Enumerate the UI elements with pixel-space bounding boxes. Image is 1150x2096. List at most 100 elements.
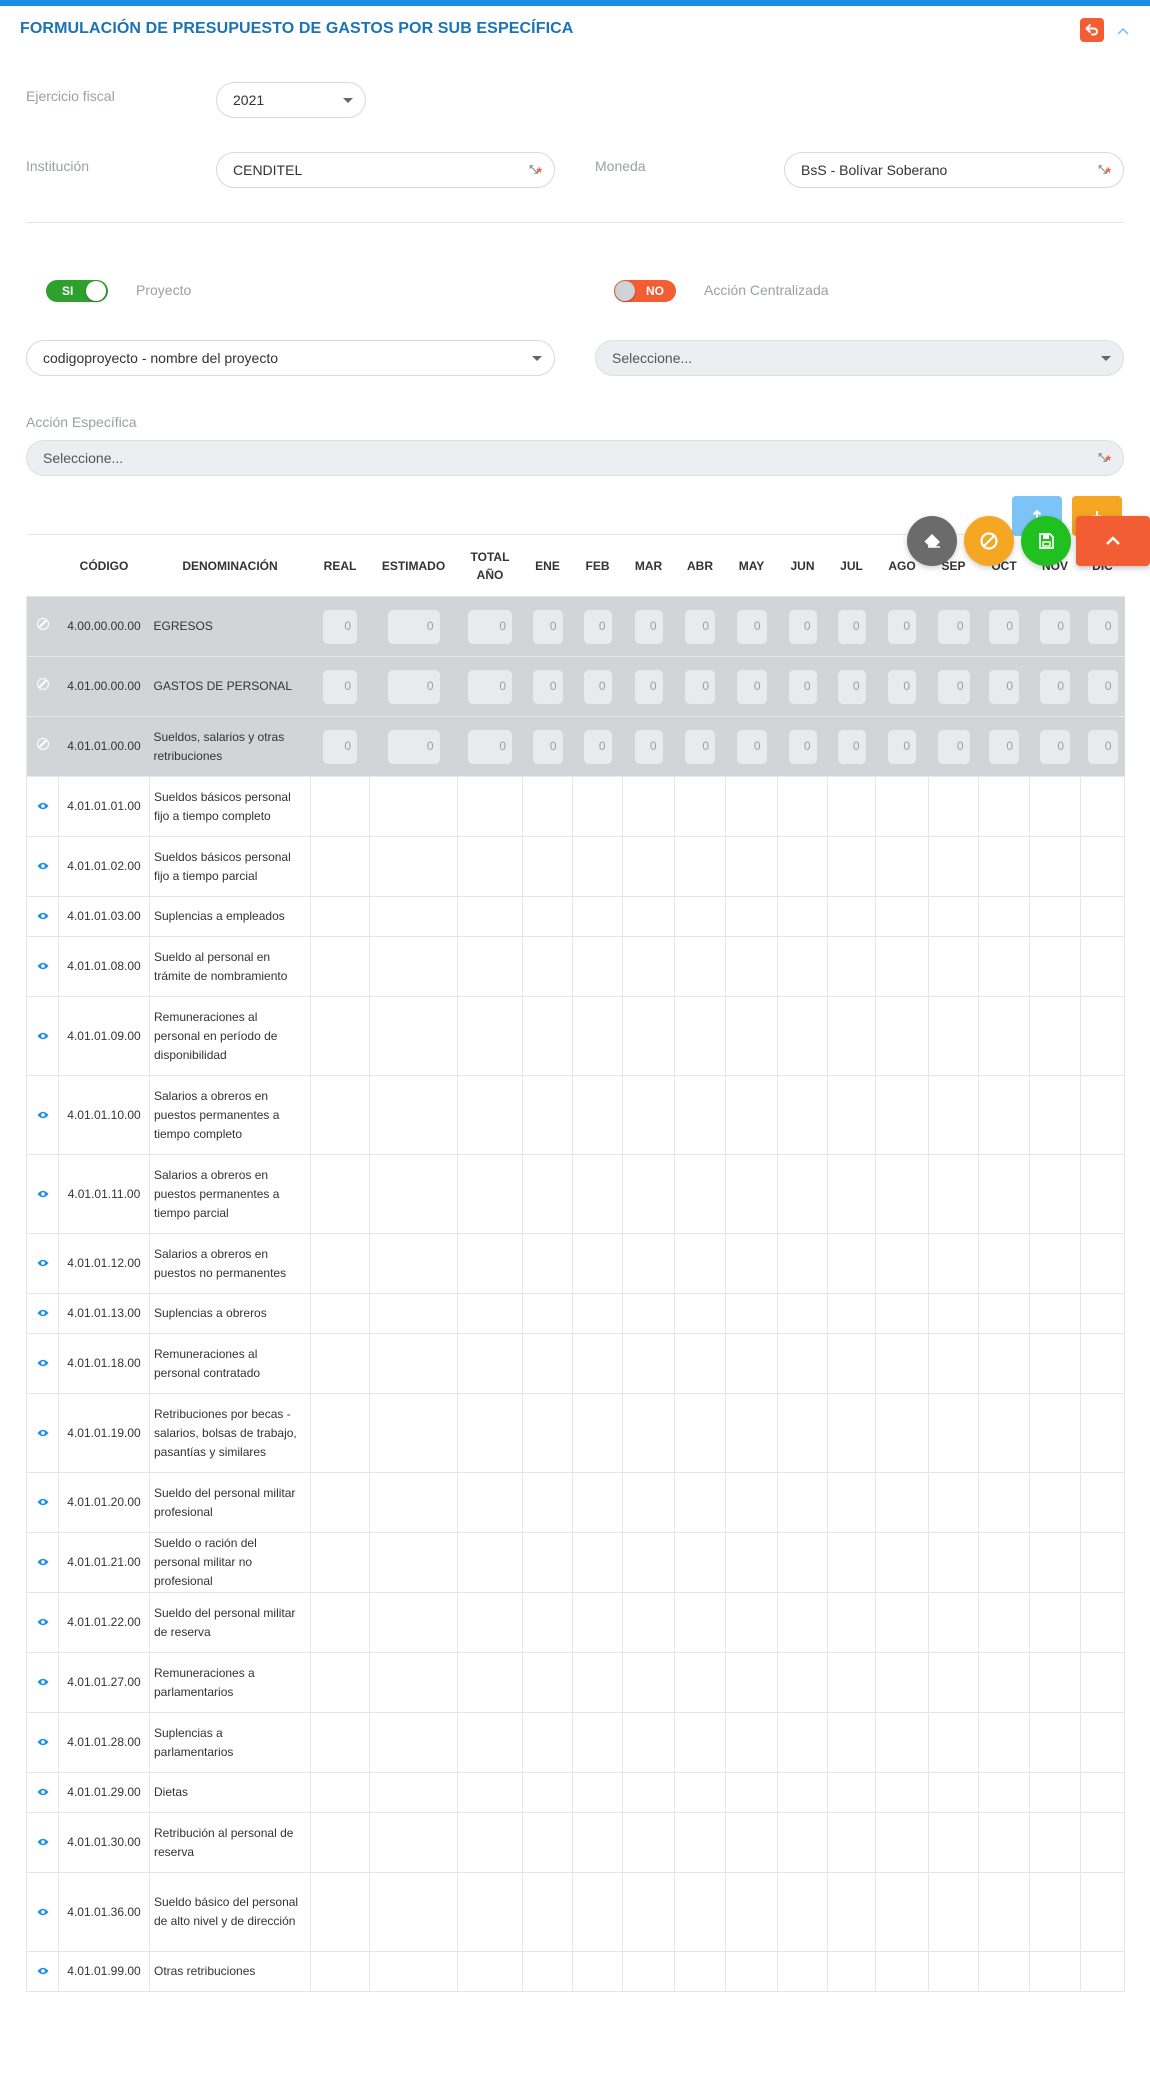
eye-icon[interactable] [37, 1908, 49, 1916]
eye-icon[interactable] [37, 1678, 49, 1686]
save-button[interactable] [1021, 516, 1071, 566]
eye-icon[interactable] [37, 1618, 49, 1626]
amount-input[interactable]: 0 [736, 609, 767, 644]
amount-input[interactable]: 0 [323, 669, 357, 704]
row-view-cell[interactable] [26, 1532, 59, 1593]
row-view-cell[interactable] [26, 896, 59, 937]
back-button[interactable] [1080, 18, 1104, 42]
amount-input[interactable]: 0 [532, 609, 563, 644]
eye-icon[interactable] [37, 1359, 49, 1367]
eye-icon[interactable] [37, 1032, 49, 1040]
eye-icon[interactable] [37, 1309, 49, 1317]
central-action-toggle[interactable]: NO [614, 280, 676, 302]
amount-input[interactable]: 0 [788, 729, 817, 764]
amount-input[interactable]: 0 [888, 669, 916, 704]
eye-icon[interactable] [37, 1111, 49, 1119]
amount-input[interactable]: 0 [1087, 729, 1118, 764]
row-view-cell[interactable] [26, 1233, 59, 1294]
project-select[interactable]: codigoproyecto - nombre del proyecto [26, 340, 555, 376]
row-view-cell[interactable] [26, 1393, 59, 1473]
eye-icon[interactable] [37, 1838, 49, 1846]
project-toggle[interactable]: SI [46, 280, 108, 302]
eye-icon[interactable] [37, 1967, 49, 1975]
specific-action-select[interactable]: Seleccione... * [26, 440, 1124, 476]
amount-input[interactable]: 0 [532, 729, 563, 764]
amount-input[interactable]: 0 [685, 729, 715, 764]
row-view-cell[interactable] [26, 1951, 59, 1992]
amount-input[interactable]: 0 [888, 609, 916, 644]
scroll-top-button[interactable] [1076, 516, 1150, 566]
amount-input[interactable]: 0 [1040, 669, 1070, 704]
amount-input[interactable]: 0 [468, 669, 512, 704]
amount-input[interactable]: 0 [634, 669, 663, 704]
amount-input[interactable]: 0 [468, 609, 512, 644]
eye-icon[interactable] [37, 1259, 49, 1267]
amount-input[interactable]: 0 [323, 609, 357, 644]
amount-input[interactable]: 0 [736, 729, 767, 764]
amount-input[interactable]: 0 [837, 729, 866, 764]
amount-input[interactable]: 0 [937, 669, 970, 704]
amount-input[interactable]: 0 [837, 609, 866, 644]
amount-input[interactable]: 0 [323, 729, 357, 764]
amount-input[interactable]: 0 [736, 669, 767, 704]
cancel-button[interactable] [964, 516, 1014, 566]
row-view-cell[interactable] [26, 1154, 59, 1234]
row-view-cell[interactable] [26, 1293, 59, 1334]
amount-input[interactable]: 0 [989, 729, 1019, 764]
amount-input[interactable]: 0 [1087, 669, 1118, 704]
row-view-cell[interactable] [26, 1812, 59, 1873]
row-view-cell[interactable] [26, 1652, 59, 1713]
row-view-cell[interactable] [26, 1592, 59, 1653]
row-view-cell[interactable] [26, 1472, 59, 1533]
row-view-cell[interactable] [26, 996, 59, 1076]
amount-input[interactable]: 0 [583, 729, 612, 764]
eye-icon[interactable] [37, 1788, 49, 1796]
eye-icon[interactable] [37, 1429, 49, 1437]
institution-select[interactable]: CENDITEL * [216, 152, 555, 188]
amount-input[interactable]: 0 [788, 609, 817, 644]
amount-input[interactable]: 0 [634, 729, 663, 764]
amount-input[interactable]: 0 [837, 669, 866, 704]
amount-input[interactable]: 0 [634, 609, 663, 644]
eye-icon[interactable] [37, 912, 49, 920]
amount-input[interactable]: 0 [1087, 609, 1118, 644]
amount-input[interactable]: 0 [989, 609, 1019, 644]
row-view-cell[interactable] [26, 1872, 59, 1952]
amount-input[interactable]: 0 [788, 669, 817, 704]
amount-input[interactable]: 0 [583, 669, 612, 704]
amount-input[interactable]: 0 [387, 609, 440, 644]
row-view-cell[interactable] [26, 1712, 59, 1773]
eye-icon[interactable] [37, 1738, 49, 1746]
chevron-down-icon [532, 356, 542, 361]
eye-icon[interactable] [37, 862, 49, 870]
eye-icon[interactable] [37, 1558, 49, 1566]
amount-input[interactable]: 0 [937, 729, 970, 764]
currency-select[interactable]: BsS - Bolívar Soberano * [784, 152, 1124, 188]
collapse-button[interactable] [1112, 20, 1134, 42]
eye-icon[interactable] [37, 1498, 49, 1506]
amount-input[interactable]: 0 [685, 669, 715, 704]
amount-input[interactable]: 0 [888, 729, 916, 764]
amount-input[interactable]: 0 [937, 609, 970, 644]
amount-input[interactable]: 0 [387, 669, 440, 704]
row-view-cell[interactable] [26, 836, 59, 897]
amount-input[interactable]: 0 [387, 729, 440, 764]
row-view-cell[interactable] [26, 1333, 59, 1394]
amount-input[interactable]: 0 [468, 729, 512, 764]
amount-input[interactable]: 0 [989, 669, 1019, 704]
row-view-cell[interactable] [26, 1075, 59, 1155]
eye-icon[interactable] [37, 1190, 49, 1198]
eye-icon[interactable] [37, 802, 49, 810]
fiscal-year-select[interactable]: 2021 [216, 82, 366, 118]
amount-input[interactable]: 0 [1040, 729, 1070, 764]
row-view-cell[interactable] [26, 936, 59, 997]
eye-icon[interactable] [37, 962, 49, 970]
central-action-select[interactable]: Seleccione... [595, 340, 1124, 376]
row-view-cell[interactable] [26, 1772, 59, 1813]
amount-input[interactable]: 0 [532, 669, 563, 704]
clear-button[interactable] [907, 516, 957, 566]
amount-input[interactable]: 0 [583, 609, 612, 644]
amount-input[interactable]: 0 [1040, 609, 1070, 644]
amount-input[interactable]: 0 [685, 609, 715, 644]
row-view-cell[interactable] [26, 776, 59, 837]
